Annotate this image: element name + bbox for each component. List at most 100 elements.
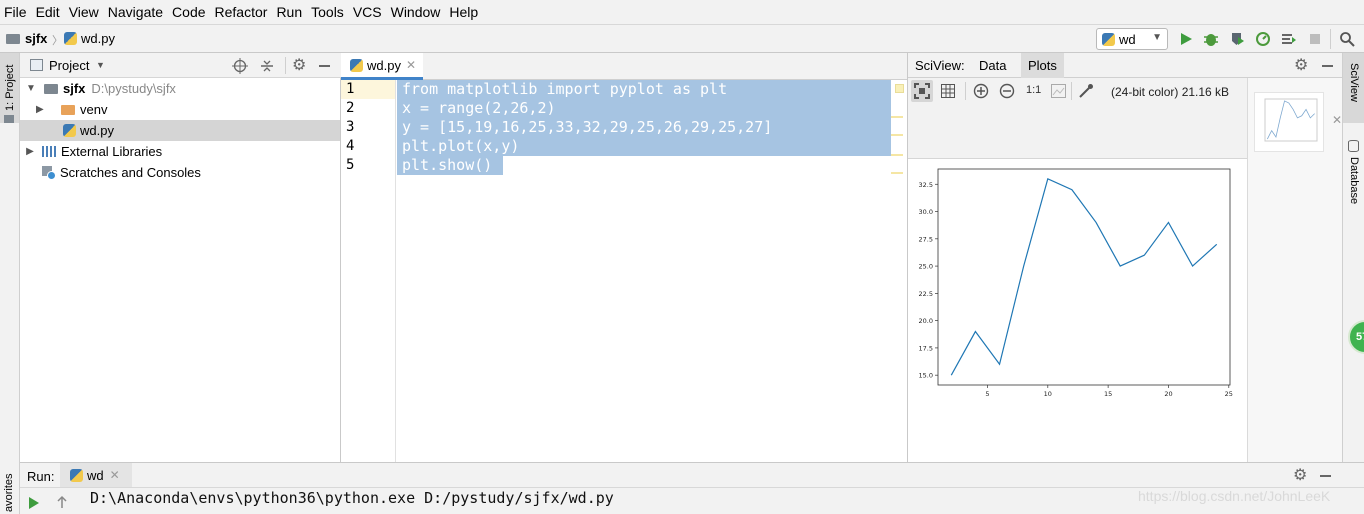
menu-vcs[interactable]: VCS [353,4,382,20]
line-number: 3 [346,119,355,135]
python-file-icon [70,468,83,482]
run-configuration-select[interactable]: wd ▼ [1096,28,1168,50]
chevron-down-icon: ▼ [1152,32,1162,43]
menu-bar: File Edit View Navigate Code Refactor Ru… [0,0,1364,24]
grid-icon[interactable] [941,84,955,98]
y-tick-label: 22.5 [919,290,933,298]
error-stripe-mark[interactable] [891,116,903,118]
editor-tab-bar: wd.py ✕ [341,53,907,80]
debug-button[interactable] [1202,30,1220,48]
chevron-down-icon[interactable]: ▼ [96,60,105,70]
menu-help[interactable]: Help [449,4,478,20]
tab-plots[interactable]: Plots [1021,53,1064,78]
favorites-tool-label[interactable]: avorites [3,473,15,512]
collapse-all-icon[interactable] [260,58,274,74]
code-line[interactable]: plt.plot(x,y) [402,137,519,156]
image-info: (24-bit color) 21.16 kB [1111,85,1230,99]
code-line[interactable]: plt.show() [402,156,492,175]
tree-item-label: venv [80,102,108,117]
chevron-down-icon[interactable]: ▼ [20,83,42,94]
navigation-bar: sjfx 〉 wd.py wd ▼ [0,24,1364,53]
database-icon [1348,140,1359,152]
locate-icon[interactable] [232,58,248,74]
run-button[interactable] [1177,30,1195,48]
menu-file[interactable]: File [4,4,27,20]
tree-item-external-libraries[interactable]: ▶ External Libraries [20,141,340,162]
tree-item-scratches[interactable]: Scratches and Consoles [20,162,340,183]
sciview-tool-window-button[interactable]: SciView [1343,53,1364,123]
run-tab-wd[interactable]: wd ✕ [60,463,132,487]
image-background-icon[interactable] [1051,84,1066,98]
breadcrumb-project[interactable]: sjfx [6,31,47,46]
menu-code[interactable]: Code [172,4,205,20]
tree-item-label: wd.py [80,123,114,138]
gear-icon[interactable]: ⚙ [1294,55,1308,75]
arrow-up-icon[interactable] [55,495,69,509]
database-tool-window-button[interactable]: Database [1343,135,1364,215]
run-with-coverage-button[interactable] [1228,30,1246,48]
plot-image[interactable]: 15.0 17.5 20.0 22.5 25.0 27.5 30.0 32.5 5 10 15 20 2… [908,158,1247,462]
y-tick-label: 15.0 [919,372,933,380]
code-line[interactable]: from matplotlib import pyplot as plt [402,80,727,99]
x-tick-label: 10 [1044,390,1052,398]
minimize-icon[interactable] [319,65,330,67]
editor-tab-wd-py[interactable]: wd.py ✕ [341,53,423,80]
menu-run[interactable]: Run [276,4,302,20]
color-picker-icon[interactable] [1078,83,1094,99]
stop-button[interactable] [1306,30,1324,48]
header-divider [285,57,286,74]
line-number-gutter: 1 2 3 4 5 [341,80,396,462]
project-panel: Project ▼ ⚙ ▼ sjfx D:\pystudy\sjfx ▶ ven… [20,53,341,462]
chevron-right-icon[interactable]: ▶ [36,104,58,115]
menu-view[interactable]: View [69,4,99,20]
sciview-panel: SciView: Data Plots ⚙ 1:1 (24-bit color)… [907,53,1343,462]
tree-item-venv[interactable]: ▶ venv [20,99,340,120]
coverage-icon [1232,33,1244,45]
project-tool-window-button[interactable]: 1: Project [0,53,19,123]
menu-window[interactable]: Window [391,4,441,20]
status-badge[interactable]: 57 [1348,320,1364,354]
tree-item-label: External Libraries [61,144,163,159]
breadcrumb-file[interactable]: wd.py [64,31,115,46]
minimize-icon[interactable] [1322,65,1333,67]
search-everywhere-button[interactable] [1338,30,1356,48]
rerun-icon[interactable] [28,496,40,510]
profile-button[interactable] [1254,30,1272,48]
minimize-icon[interactable] [1320,475,1331,477]
menu-tools[interactable]: Tools [311,4,344,20]
close-icon[interactable]: ✕ [1332,113,1342,127]
project-panel-title[interactable]: Project [49,58,89,73]
concurrency-icon [1282,34,1296,44]
close-icon[interactable]: ✕ [110,468,120,482]
code-line[interactable]: x = range(2,26,2) [402,99,556,118]
plot-thumbnail[interactable] [1254,92,1324,152]
close-icon[interactable]: ✕ [406,58,416,72]
zoom-in-icon[interactable] [973,83,989,99]
zoom-out-icon[interactable] [999,83,1015,99]
gear-icon[interactable]: ⚙ [292,55,306,75]
y-tick-label: 32.5 [919,181,933,189]
tree-item-sjfx[interactable]: ▼ sjfx D:\pystudy\sjfx [20,78,340,99]
tab-data[interactable]: Data [972,53,1013,78]
code-line[interactable]: y = [15,19,16,25,33,32,29,25,26,29,25,27… [402,118,772,137]
tree-item-wd-py[interactable]: wd.py [20,120,340,141]
error-stripe-mark[interactable] [891,172,903,174]
run-concurrency-button[interactable] [1280,30,1298,48]
chevron-right-icon[interactable]: ▶ [20,146,40,157]
actual-size-button[interactable]: 1:1 [1026,84,1041,96]
inspection-status-icon[interactable] [895,84,904,93]
menu-edit[interactable]: Edit [36,4,60,20]
search-icon [1340,32,1355,47]
error-stripe-mark[interactable] [891,134,903,136]
gear-icon[interactable]: ⚙ [1293,465,1307,485]
run-tab-label: wd [87,467,104,483]
folder-icon [4,115,14,123]
menu-navigate[interactable]: Navigate [108,4,163,20]
sciview-header: SciView: Data Plots ⚙ [908,53,1343,78]
run-panel-label: Run: [27,469,55,484]
y-tick-label: 20.0 [919,317,933,325]
error-stripe-mark[interactable] [891,154,903,156]
menu-refactor[interactable]: Refactor [215,4,268,20]
python-file-icon [350,58,363,72]
fit-zoom-button[interactable] [911,80,933,102]
